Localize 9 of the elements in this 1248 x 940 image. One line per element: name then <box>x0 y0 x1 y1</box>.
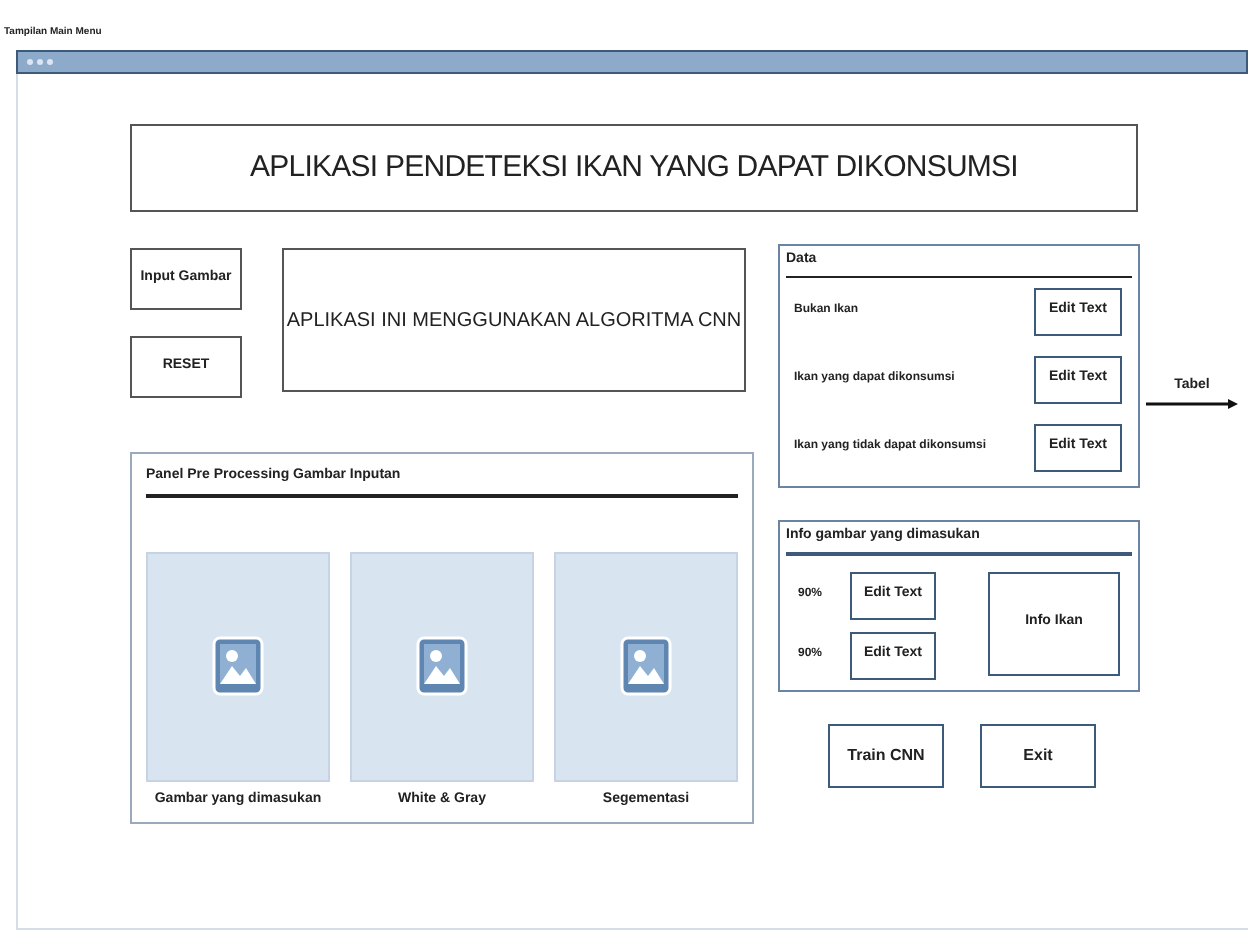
image-icon <box>416 636 468 696</box>
action-button[interactable]: Train CNN <box>828 724 944 788</box>
image-icon <box>212 636 264 696</box>
arrow-icon <box>1146 397 1238 409</box>
window-controls-icon <box>26 58 54 66</box>
action-button[interactable]: Exit <box>980 724 1096 788</box>
app-title: APLIKASI PENDETEKSI IKAN YANG DAPAT DIKONSUMSI <box>130 124 1138 212</box>
image-icon <box>620 636 672 696</box>
description-text: APLIKASI INI MENGGUNAKAN ALGORITMA CNN <box>282 248 746 392</box>
